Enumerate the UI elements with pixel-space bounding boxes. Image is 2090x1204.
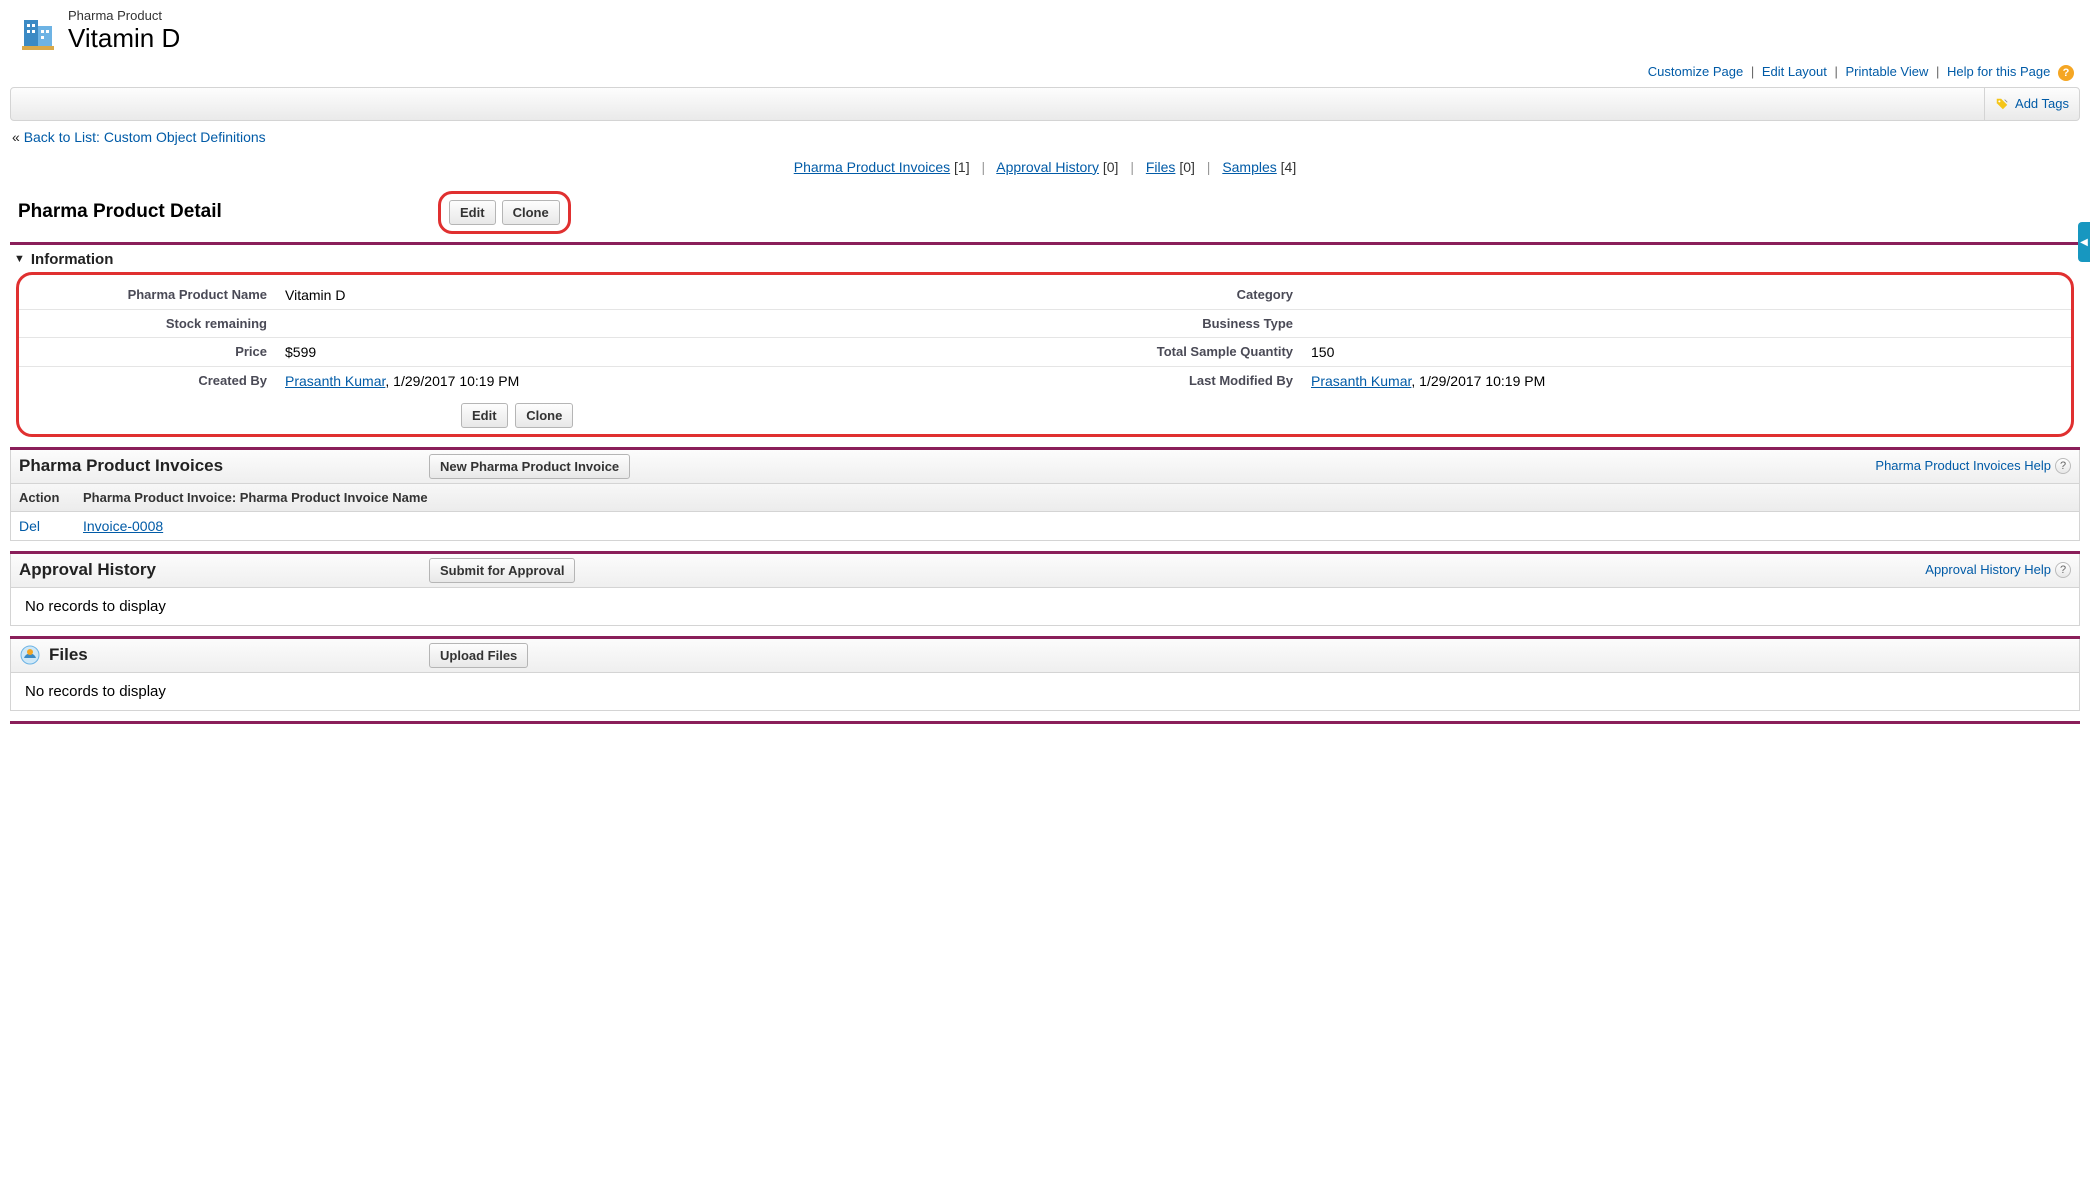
field-value-name: Vitamin D: [279, 281, 1045, 309]
field-label-modified: Last Modified By: [1045, 367, 1305, 395]
back-link-row: « Back to List: Custom Object Definition…: [10, 121, 2080, 155]
invoices-help-link[interactable]: Pharma Product Invoices Help: [1875, 458, 2051, 473]
top-action-links: Customize Page | Edit Layout | Printable…: [10, 60, 2080, 87]
field-label-name: Pharma Product Name: [19, 281, 279, 309]
clone-button[interactable]: Clone: [502, 200, 560, 225]
field-value-stock: [279, 310, 1045, 337]
upload-files-button[interactable]: Upload Files: [429, 643, 528, 668]
new-invoice-button[interactable]: New Pharma Product Invoice: [429, 454, 630, 479]
field-label-category: Category: [1045, 281, 1305, 309]
field-label-tsq: Total Sample Quantity: [1045, 338, 1305, 366]
related-approval-title: Approval History: [19, 560, 429, 580]
tag-icon: [1995, 97, 2009, 111]
object-type-label: Pharma Product: [68, 8, 180, 23]
approval-no-records: No records to display: [10, 588, 2080, 626]
created-by-user-link[interactable]: Prasanth Kumar: [285, 373, 385, 389]
related-invoices-title: Pharma Product Invoices: [19, 456, 429, 476]
field-value-modified: Prasanth Kumar, 1/29/2017 10:19 PM: [1305, 367, 2071, 395]
field-value-biztype: [1305, 310, 2071, 337]
help-page-link[interactable]: Help for this Page: [1947, 64, 2050, 79]
related-invoices-section: Pharma Product Invoices New Pharma Produ…: [10, 447, 2080, 541]
edit-layout-link[interactable]: Edit Layout: [1762, 64, 1827, 79]
related-approval-section: Approval History Submit for Approval App…: [10, 551, 2080, 626]
field-label-price: Price: [19, 338, 279, 366]
add-tags-link[interactable]: Add Tags: [1995, 96, 2069, 111]
detail-buttons-highlight: Edit Clone: [438, 191, 571, 234]
related-list-nav: Pharma Product Invoices [1] | Approval H…: [10, 155, 2080, 185]
approval-help-link[interactable]: Approval History Help: [1925, 562, 2051, 577]
help-icon[interactable]: ?: [2058, 65, 2074, 81]
col-invoice-name: Pharma Product Invoice: Pharma Product I…: [75, 484, 2079, 511]
edit-button-bottom[interactable]: Edit: [461, 403, 508, 428]
field-label-stock: Stock remaining: [19, 310, 279, 337]
related-samples-section-top: [10, 721, 2080, 724]
field-value-price: $599: [279, 338, 1045, 366]
submit-approval-button[interactable]: Submit for Approval: [429, 558, 575, 583]
clone-button-bottom[interactable]: Clone: [515, 403, 573, 428]
edit-button[interactable]: Edit: [449, 200, 496, 225]
product-icon: [18, 12, 58, 52]
col-action: Action: [11, 484, 75, 511]
detail-buttons-bottom: Edit Clone: [19, 395, 2071, 428]
field-label-biztype: Business Type: [1045, 310, 1305, 337]
files-icon: [19, 644, 41, 666]
detail-title: Pharma Product Detail: [18, 201, 438, 223]
nav-files[interactable]: Files: [1146, 159, 1176, 175]
information-section-toggle[interactable]: ▼ Information: [10, 247, 2080, 272]
field-value-category: [1305, 281, 2071, 309]
nav-approval[interactable]: Approval History: [996, 159, 1099, 175]
nav-samples[interactable]: Samples: [1222, 159, 1276, 175]
information-highlight-box: Pharma Product Name Vitamin D Category S…: [16, 272, 2074, 437]
field-label-created: Created By: [19, 367, 279, 395]
section-divider: [10, 242, 2080, 245]
customize-page-link[interactable]: Customize Page: [1648, 64, 1743, 79]
related-files-title: Files: [49, 645, 429, 665]
table-row: Del Invoice-0008: [11, 512, 2079, 540]
nav-invoices[interactable]: Pharma Product Invoices: [794, 159, 950, 175]
files-no-records: No records to display: [10, 673, 2080, 711]
collapse-icon: ▼: [14, 253, 25, 265]
help-icon[interactable]: ?: [2055, 562, 2071, 578]
delete-invoice-link[interactable]: Del: [19, 518, 40, 534]
tag-bar: Add Tags: [10, 87, 2080, 121]
record-name: Vitamin D: [68, 23, 180, 54]
modified-by-user-link[interactable]: Prasanth Kumar: [1311, 373, 1411, 389]
invoices-table: Action Pharma Product Invoice: Pharma Pr…: [10, 484, 2080, 541]
printable-view-link[interactable]: Printable View: [1846, 64, 1929, 79]
side-expand-tab[interactable]: ◀: [2078, 222, 2090, 262]
field-value-created: Prasanth Kumar, 1/29/2017 10:19 PM: [279, 367, 1045, 395]
field-value-tsq: 150: [1305, 338, 2071, 366]
related-files-section: Files Upload Files No records to display: [10, 636, 2080, 711]
invoice-name-link[interactable]: Invoice-0008: [83, 518, 163, 534]
page-header: Pharma Product Vitamin D: [10, 0, 2080, 60]
detail-header: Pharma Product Detail Edit Clone: [10, 185, 2080, 242]
help-icon[interactable]: ?: [2055, 458, 2071, 474]
back-to-list-link[interactable]: Back to List: Custom Object Definitions: [24, 129, 266, 145]
